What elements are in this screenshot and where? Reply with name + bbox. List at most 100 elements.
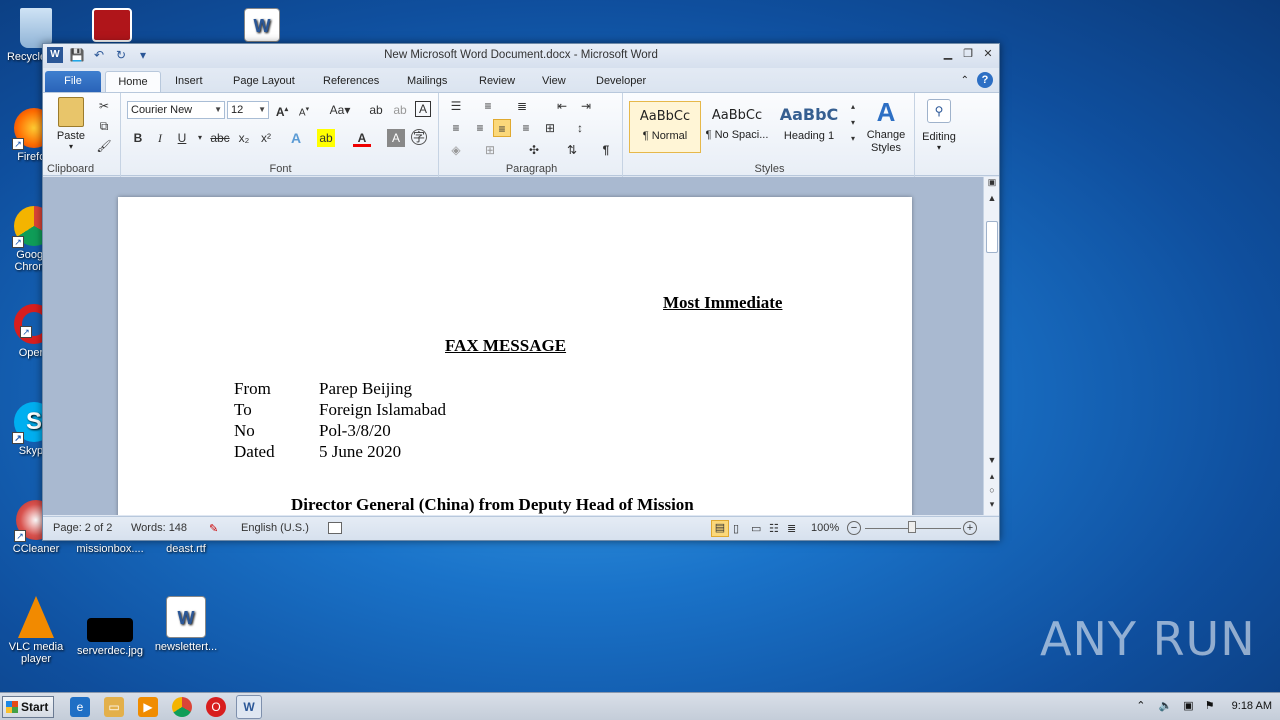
strikethrough-button[interactable]: abc (209, 129, 231, 147)
chrome-taskbar-icon[interactable] (172, 697, 192, 717)
numbering-icon[interactable]: ≡ (479, 97, 497, 115)
change-styles-button[interactable]: A Change Styles (861, 95, 911, 155)
grow-font-icon[interactable]: A▴ (273, 101, 291, 119)
volume-icon[interactable]: 🔈 (1158, 700, 1172, 712)
underline-dropdown-icon[interactable]: ▾ (191, 129, 209, 147)
align-center-icon[interactable]: ≡ (471, 119, 489, 137)
restore-icon[interactable]: ❐ (961, 47, 975, 61)
word-taskbar-icon[interactable]: W (236, 695, 262, 719)
word-count[interactable]: Words: 148 (131, 522, 187, 534)
format-painter-icon[interactable]: 🖌 (95, 137, 113, 155)
zoom-out-icon[interactable]: − (847, 521, 861, 535)
language-indicator[interactable]: English (U.S.) (241, 522, 309, 534)
bold-button[interactable]: B (129, 129, 147, 147)
highlight-icon[interactable]: ab (317, 129, 335, 147)
increase-indent-icon[interactable]: ⇥ (577, 97, 595, 115)
style-no-spacing[interactable]: AaBbCc ¶ No Spaci... (701, 101, 773, 153)
tab-references[interactable]: References (323, 71, 379, 92)
styles-scroll-icon[interactable]: ▴ ▾ ▾ (847, 99, 859, 149)
print-layout-icon[interactable]: ▤ (711, 520, 729, 537)
font-color-icon[interactable]: A (353, 129, 371, 147)
tab-file[interactable]: File (45, 71, 101, 92)
shading-icon[interactable]: ◈ (447, 141, 465, 159)
line-spacing-icon[interactable]: ↕ (571, 119, 589, 137)
superscript-button[interactable]: x² (257, 129, 275, 147)
sort-icon[interactable]: ⇅ (563, 141, 581, 159)
zoom-slider-thumb[interactable] (908, 521, 916, 533)
paste-button[interactable]: Paste ▾ (53, 97, 89, 151)
style-normal[interactable]: AaBbCc ¶ Normal (629, 101, 701, 153)
copy-icon[interactable]: ⧉ (95, 117, 113, 135)
cut-icon[interactable]: ✂ (95, 97, 113, 115)
tab-review[interactable]: Review (479, 71, 515, 92)
ie-icon[interactable]: e (70, 697, 90, 717)
tray-expand-icon[interactable]: ⌃ (1136, 700, 1145, 712)
tab-developer[interactable]: Developer (596, 71, 646, 92)
editing-button[interactable]: ⚲ Editing ▾ (919, 95, 959, 152)
tab-insert[interactable]: Insert (175, 71, 203, 92)
web-layout-icon[interactable]: ▭ (751, 522, 761, 535)
next-page-icon[interactable]: ▾ (984, 499, 1000, 510)
subscript-button[interactable]: x₂ (235, 129, 253, 147)
character-shading-icon[interactable]: A (387, 129, 405, 147)
document-page[interactable]: Most Immediate FAX MESSAGE From Parep Be… (118, 197, 912, 515)
full-screen-reading-icon[interactable]: ▯ (733, 522, 739, 535)
tab-home[interactable]: Home (105, 71, 161, 92)
tab-page-layout[interactable]: Page Layout (233, 71, 295, 92)
minimize-icon[interactable]: ▁ (941, 47, 955, 61)
help-icon[interactable]: ? (977, 72, 993, 88)
asian-layout-icon[interactable]: ✣ (525, 141, 543, 159)
zoom-level[interactable]: 100% (811, 522, 839, 534)
change-case-icon[interactable]: Aa▾ (327, 101, 353, 119)
start-button[interactable]: Start (2, 696, 54, 718)
font-size-combo[interactable]: 12 ▼ (227, 101, 269, 119)
macro-record-icon[interactable] (328, 522, 342, 534)
underline-button[interactable]: U (173, 129, 191, 147)
select-browse-object-icon[interactable]: ○ (984, 485, 1000, 495)
style-heading-1[interactable]: AaBbC Heading 1 (773, 101, 845, 153)
decrease-indent-icon[interactable]: ⇤ (553, 97, 571, 115)
clear-formatting-icon[interactable]: ab (367, 101, 385, 119)
multilevel-list-icon[interactable]: ≣ (513, 97, 531, 115)
ruler-toggle-icon[interactable]: ▣ (984, 177, 1000, 188)
proofing-icon[interactable]: ✎ (209, 522, 218, 535)
outline-icon[interactable]: ☷ (769, 522, 779, 535)
minimize-ribbon-icon[interactable]: ⌃ (961, 75, 969, 86)
zoom-in-icon[interactable]: + (963, 521, 977, 535)
enclose-characters-icon[interactable]: 字 (411, 129, 427, 145)
shrink-font-icon[interactable]: A▾ (295, 101, 313, 119)
distributed-icon[interactable]: ⊞ (541, 119, 559, 137)
desktop-icon-pdf[interactable] (74, 8, 150, 45)
scroll-down-icon[interactable]: ▼ (984, 455, 1000, 465)
italic-button[interactable]: I (151, 129, 169, 147)
close-icon[interactable]: ✕ (981, 47, 995, 61)
opera-taskbar-icon[interactable]: O (206, 697, 226, 717)
vertical-scrollbar[interactable]: ▣ ▲ ▼ ▴ ○ ▾ (983, 177, 999, 515)
align-left-icon[interactable]: ≡ (447, 119, 465, 137)
desktop-icon-vlc[interactable]: VLC media player (0, 596, 74, 665)
tab-mailings[interactable]: Mailings (407, 71, 447, 92)
desktop-icon-serverdec[interactable]: serverdec.jpg (72, 596, 148, 657)
phonetic-guide-icon[interactable]: ab (391, 101, 409, 119)
network-icon[interactable]: ▣ (1183, 700, 1193, 712)
previous-page-icon[interactable]: ▴ (984, 471, 1000, 482)
tab-view[interactable]: View (542, 71, 566, 92)
borders-icon[interactable]: ⊞ (481, 141, 499, 159)
media-player-icon[interactable]: ▶ (138, 697, 158, 717)
text-effects-icon[interactable]: A (287, 129, 305, 147)
character-border-icon[interactable]: A (415, 101, 431, 117)
action-center-flag-icon[interactable]: ⚑ (1205, 700, 1215, 712)
font-name-combo[interactable]: Courier New ▼ (127, 101, 225, 119)
align-right-icon[interactable]: ≡ (493, 119, 511, 137)
scroll-up-icon[interactable]: ▲ (984, 193, 1000, 203)
desktop-icon-word-doc-top[interactable]: W (224, 8, 300, 45)
page-count[interactable]: Page: 2 of 2 (53, 522, 112, 534)
scroll-thumb[interactable] (986, 221, 998, 253)
clock[interactable]: 9:18 AM (1232, 700, 1272, 712)
draft-icon[interactable]: ≣ (787, 522, 796, 535)
explorer-icon[interactable]: ▭ (104, 697, 124, 717)
desktop-icon-newsletter[interactable]: W newslettert... (148, 596, 224, 653)
bullets-icon[interactable]: ☰ (447, 97, 465, 115)
show-hide-paragraph-icon[interactable]: ¶ (597, 141, 615, 159)
justify-icon[interactable]: ≡ (517, 119, 535, 137)
